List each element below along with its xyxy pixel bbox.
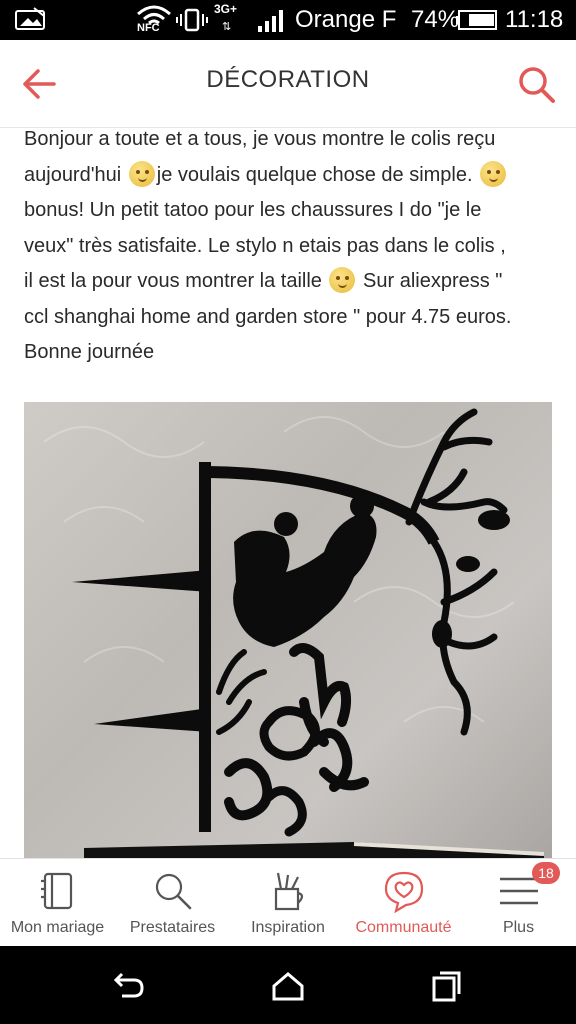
back-icon[interactable] [110,970,146,1002]
nav-item-mon-mariage[interactable]: Mon mariage [0,859,115,947]
nfc-label: NFC [137,22,160,34]
carrier-name: Orange F [295,6,397,33]
notification-badge: 18 [532,862,560,884]
nav-label: Communauté [355,919,452,936]
smirk-emoji-icon [480,160,507,187]
bottom-nav: Mon mariage Prestataires Inspiration Com… [0,858,576,946]
recents-icon[interactable] [428,970,464,1002]
post-line: veux" très satisfaite. Le stylo n etais … [24,234,506,257]
post-line: je voulais quelque chose de simple. [156,163,479,186]
battery-icon [456,10,497,30]
system-nav-bar [0,946,576,1024]
page-title: DÉCORATION [206,66,370,93]
heart-chat-icon [384,871,423,913]
data-arrows-icon: ⇅ [222,21,232,33]
cake-topper-photo[interactable] [24,402,552,858]
smirk-emoji-icon [329,267,356,293]
post-line: ccl shanghai home and garden store " pou… [24,305,512,328]
post-content: Bonjour a toute et a tous, je vous montr… [0,128,576,858]
nav-item-communaute[interactable]: Communauté [346,859,461,947]
smirk-emoji-icon [128,160,155,187]
image-notification-icon [15,7,45,30]
home-icon[interactable] [270,970,306,1002]
status-bar: NFC 3G+ ⇅ Orange F 74% 11:18 [0,0,576,40]
photo-illustration [43,408,545,858]
vibrate-icon [176,8,208,32]
post-line: Bonne journée [24,341,155,363]
nav-item-inspiration[interactable]: Inspiration [230,859,346,947]
nav-label: Plus [502,919,535,936]
post-line: Bonjour a toute et a tous, je vous montr… [24,128,496,150]
post-line: Sur aliexpress " [357,270,503,292]
post-line: il est la pour vous montrer la taille [24,270,328,292]
post-line: aujourd'hui [24,163,127,186]
notebook-icon [40,872,72,910]
nav-item-prestataires[interactable]: Prestataires [115,859,230,947]
clock: 11:18 [505,6,564,33]
post-line: bonus! Un petit tatoo pour les chaussure… [24,199,482,221]
search-icon[interactable] [516,64,558,106]
nav-label: Mon mariage [10,919,105,936]
search-icon [155,873,191,910]
network-type: 3G+ [214,2,238,16]
post-body: Bonjour a toute et a tous, je vous montr… [24,128,560,371]
pencil-cup-icon [274,872,304,911]
signal-icon [258,10,283,32]
battery-percent: 74% [411,6,460,33]
app-header: DÉCORATION [0,40,576,128]
nav-label: Prestataires [129,919,216,936]
nav-label: Inspiration [251,919,325,936]
